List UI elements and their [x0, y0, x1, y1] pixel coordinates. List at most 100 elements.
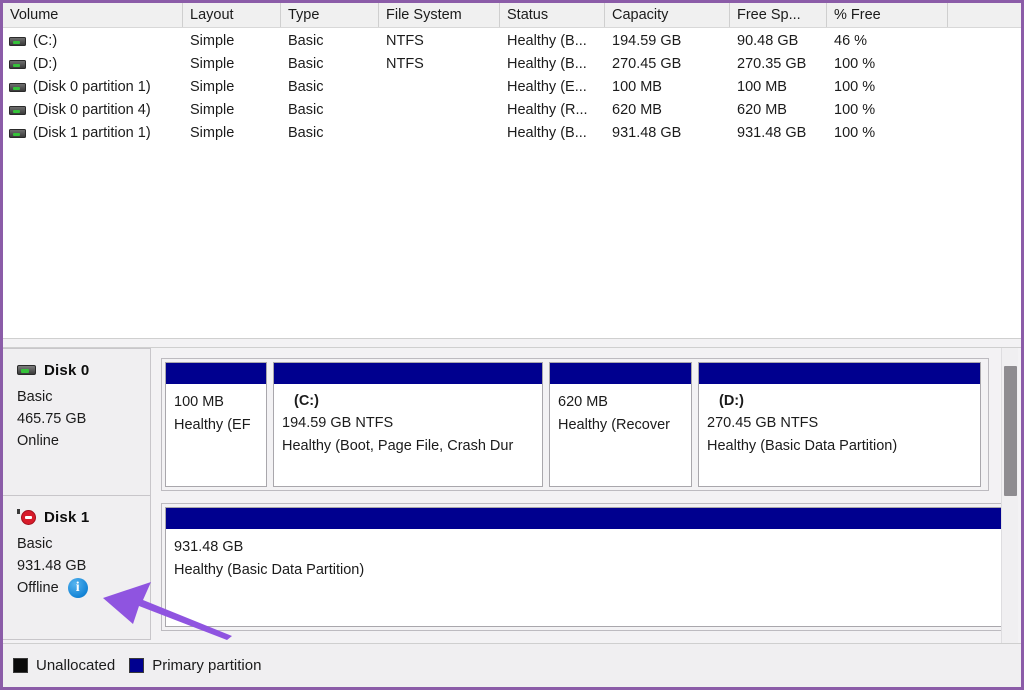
disk-info-panel-disk-0[interactable]: Disk 0 Basic 465.75 GB Online: [3, 348, 151, 496]
cell-free-space: 270.35 GB: [730, 53, 827, 76]
disk-row[interactable]: Disk 1 Basic 931.48 GB Offline i: [3, 496, 1021, 640]
column-header-label: Layout: [190, 7, 234, 23]
disk-name: Disk 1: [44, 509, 89, 526]
disk-drive-icon: [17, 365, 36, 375]
legend-bar: Unallocated Primary partition: [3, 643, 1021, 687]
cell-capacity: 100 MB: [605, 76, 730, 99]
partition-health: Healthy (EF: [174, 414, 266, 437]
partition-block[interactable]: 100 MB Healthy (EF: [165, 362, 267, 487]
cell-free-space: 620 MB: [730, 99, 827, 122]
cell-percent-free: 100 %: [827, 99, 948, 122]
partition-size: 620 MB: [558, 391, 691, 414]
disk-status: Online: [17, 430, 150, 452]
volume-list-body: (C:) Simple Basic NTFS Healthy (B... 194…: [3, 28, 1021, 145]
legend-label: Primary partition: [152, 657, 261, 674]
cell-file-system: NTFS: [379, 30, 500, 53]
cell-percent-free: 100 %: [827, 53, 948, 76]
cell-status: Healthy (E...: [500, 76, 605, 99]
cell-volume-label: (C:): [33, 30, 57, 53]
disk-row[interactable]: Disk 0 Basic 465.75 GB Online 100 MB Hea…: [3, 348, 1021, 496]
partition-size: 270.45 GB NTFS: [707, 412, 980, 435]
disk-status: Offline: [17, 577, 59, 599]
disk-offline-icon-stop: [21, 510, 36, 525]
cell-layout: Simple: [183, 76, 281, 99]
cell-status: Healthy (B...: [500, 53, 605, 76]
partition-color-bar: [274, 363, 542, 385]
table-row[interactable]: (D:) Simple Basic NTFS Healthy (B... 270…: [3, 53, 1021, 76]
table-row[interactable]: (Disk 0 partition 1) Simple Basic Health…: [3, 76, 1021, 99]
partition-block[interactable]: (D:) 270.45 GB NTFS Healthy (Basic Data …: [698, 362, 981, 487]
column-header-file-system[interactable]: File System: [379, 3, 500, 27]
legend-swatch: [13, 658, 28, 673]
cell-layout: Simple: [183, 30, 281, 53]
partition-size: 931.48 GB: [174, 536, 1008, 559]
partition-container: 931.48 GB Healthy (Basic Data Partition): [161, 503, 1013, 631]
column-header-label: Capacity: [612, 7, 668, 23]
info-icon[interactable]: i: [68, 578, 88, 598]
partition-color-bar: [550, 363, 691, 385]
column-header-label: Free Sp...: [737, 7, 801, 23]
column-header-volume[interactable]: Volume: [3, 3, 183, 27]
partition-block[interactable]: 620 MB Healthy (Recover: [549, 362, 692, 487]
partition-strip-disk-0: 100 MB Healthy (EF (C:) 194.59 GB NTFS H…: [151, 348, 1021, 496]
table-row[interactable]: (C:) Simple Basic NTFS Healthy (B... 194…: [3, 30, 1021, 53]
cell-layout: Simple: [183, 122, 281, 145]
legend-label: Unallocated: [36, 657, 115, 674]
disk-status-row: Offline i: [17, 577, 150, 599]
partition-color-bar: [166, 363, 266, 385]
volume-drive-icon: [9, 106, 26, 115]
partition-block[interactable]: 931.48 GB Healthy (Basic Data Partition): [165, 507, 1009, 627]
disk-name: Disk 0: [44, 362, 89, 379]
disk-offline-icon: [17, 509, 36, 525]
column-header-type[interactable]: Type: [281, 3, 379, 27]
cell-free-space: 931.48 GB: [730, 122, 827, 145]
legend-item-unallocated: Unallocated: [13, 657, 115, 674]
column-header-blank[interactable]: [948, 3, 1021, 27]
cell-type: Basic: [281, 99, 379, 122]
cell-free-space: 100 MB: [730, 76, 827, 99]
column-header-label: File System: [386, 7, 462, 23]
cell-volume: (C:): [3, 30, 183, 53]
legend-item-primary-partition: Primary partition: [129, 657, 261, 674]
pane-splitter[interactable]: [3, 338, 1021, 348]
cell-type: Basic: [281, 53, 379, 76]
disk-size: 931.48 GB: [17, 555, 150, 577]
cell-capacity: 194.59 GB: [605, 30, 730, 53]
column-header-free-space[interactable]: Free Sp...: [730, 3, 827, 27]
cell-status: Healthy (R...: [500, 99, 605, 122]
column-header-label: Volume: [10, 7, 58, 23]
column-header-layout[interactable]: Layout: [183, 3, 281, 27]
table-row[interactable]: (Disk 0 partition 4) Simple Basic Health…: [3, 99, 1021, 122]
disk-size: 465.75 GB: [17, 408, 150, 430]
graphical-view-scrollbar[interactable]: [1001, 348, 1018, 643]
column-header-status[interactable]: Status: [500, 3, 605, 27]
table-row[interactable]: (Disk 1 partition 1) Simple Basic Health…: [3, 122, 1021, 145]
cell-file-system: NTFS: [379, 53, 500, 76]
graphical-view-pane: Disk 0 Basic 465.75 GB Online 100 MB Hea…: [3, 348, 1021, 643]
column-header-percent-free[interactable]: % Free: [827, 3, 948, 27]
cell-type: Basic: [281, 76, 379, 99]
cell-volume: (Disk 0 partition 4): [3, 99, 183, 122]
partition-health: Healthy (Boot, Page File, Crash Dur: [282, 435, 542, 458]
cell-volume: (Disk 0 partition 1): [3, 76, 183, 99]
partition-container: 100 MB Healthy (EF (C:) 194.59 GB NTFS H…: [161, 358, 989, 491]
partition-letter: (D:): [707, 391, 980, 412]
partition-color-bar: [699, 363, 980, 385]
partition-health: Healthy (Basic Data Partition): [707, 435, 980, 458]
column-header-capacity[interactable]: Capacity: [605, 3, 730, 27]
partition-health: Healthy (Recover: [558, 414, 691, 437]
partition-details: 931.48 GB Healthy (Basic Data Partition): [166, 530, 1008, 626]
disk-info-panel-disk-1[interactable]: Disk 1 Basic 931.48 GB Offline i: [3, 496, 151, 640]
partition-health: Healthy (Basic Data Partition): [174, 559, 1008, 582]
partition-details: (C:) 194.59 GB NTFS Healthy (Boot, Page …: [274, 385, 542, 486]
cell-capacity: 270.45 GB: [605, 53, 730, 76]
scrollbar-thumb[interactable]: [1004, 366, 1017, 496]
cell-free-space: 90.48 GB: [730, 30, 827, 53]
volume-drive-icon: [9, 83, 26, 92]
column-header-label: Type: [288, 7, 319, 23]
legend-swatch: [129, 658, 144, 673]
cell-volume-label: (Disk 1 partition 1): [33, 122, 151, 145]
disk-management-window: Volume Layout Type File System Status Ca…: [0, 0, 1024, 690]
partition-details: 100 MB Healthy (EF: [166, 385, 266, 486]
partition-block[interactable]: (C:) 194.59 GB NTFS Healthy (Boot, Page …: [273, 362, 543, 487]
